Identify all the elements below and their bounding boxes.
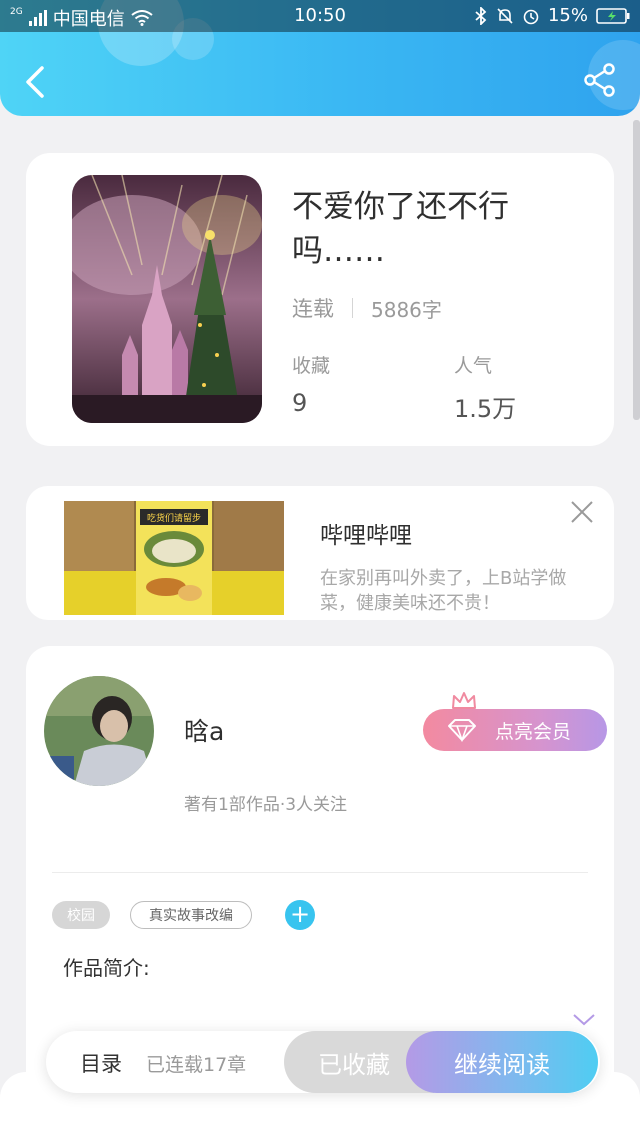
chapter-count: 已连载17章 xyxy=(146,1054,247,1076)
section-divider xyxy=(52,872,588,873)
bottom-action-bar: 目录 已连载17章 已收藏 继续阅读 xyxy=(46,1031,600,1093)
toc-button[interactable]: 目录 xyxy=(80,1048,122,1078)
tag-true-story[interactable]: 真实故事改编 xyxy=(130,901,252,929)
ad-title[interactable]: 哔哩哔哩 xyxy=(320,516,412,550)
ad-image[interactable]: 吃货们请留步 xyxy=(64,501,284,615)
favorites-label: 收藏 xyxy=(292,355,331,377)
status-bar: 2G 中国电信 10:50 15% xyxy=(0,0,640,32)
alarm-icon xyxy=(523,9,539,24)
serial-status: 连载 xyxy=(292,297,334,321)
ad-description: 在家别再叫外卖了，上B站学做菜，健康美味还不贵！ xyxy=(320,568,567,614)
favorites-value: 9 xyxy=(292,389,308,417)
battery-percent: 15% xyxy=(547,5,588,26)
close-icon[interactable] xyxy=(568,498,596,526)
tag-campus[interactable]: 校园 xyxy=(52,901,110,929)
favorited-label: 已收藏 xyxy=(318,1050,390,1079)
vip-button-label: 点亮会员 xyxy=(495,720,572,743)
mute-icon xyxy=(497,7,513,24)
ad-image-caption: 吃货们请留步 xyxy=(147,512,201,524)
back-arrow-icon[interactable] xyxy=(20,64,50,100)
intro-label: 作品简介: xyxy=(63,956,150,980)
bluetooth-icon xyxy=(475,6,487,25)
add-tag-button[interactable]: + xyxy=(285,900,315,930)
diamond-icon xyxy=(448,719,476,742)
vip-button[interactable]: 点亮会员 xyxy=(423,709,607,751)
popularity-value: 1.5万 xyxy=(454,395,517,423)
share-icon[interactable] xyxy=(582,62,618,98)
book-info-card: 不爱你了还不行吗…… 连载 5886字 收藏 9 人气 1.5万 xyxy=(26,153,614,446)
avatar[interactable] xyxy=(44,676,154,786)
book-cover[interactable] xyxy=(72,175,262,423)
book-title: 不爱你了还不行吗…… xyxy=(292,189,509,269)
scrollbar[interactable] xyxy=(633,120,640,420)
word-count: 5886字 xyxy=(371,297,442,322)
ad-card[interactable]: 吃货们请留步 哔哩哔哩 在家别再叫外卖了，上B站学做菜，健康美味还不贵！ xyxy=(26,486,614,620)
continue-reading-label: 继续阅读 xyxy=(454,1050,550,1079)
battery-icon xyxy=(596,7,630,24)
author-info: 著有1部作品·3人关注 xyxy=(184,795,348,815)
author-name[interactable]: 晗a xyxy=(184,712,224,748)
top-header: 2G 中国电信 10:50 15% xyxy=(0,0,640,116)
book-meta: 连载 5886字 xyxy=(292,293,442,323)
chevron-down-icon[interactable] xyxy=(572,1012,596,1028)
meta-divider xyxy=(352,298,353,318)
popularity-label: 人气 xyxy=(454,355,493,377)
continue-reading-button[interactable]: 继续阅读 xyxy=(406,1031,598,1093)
